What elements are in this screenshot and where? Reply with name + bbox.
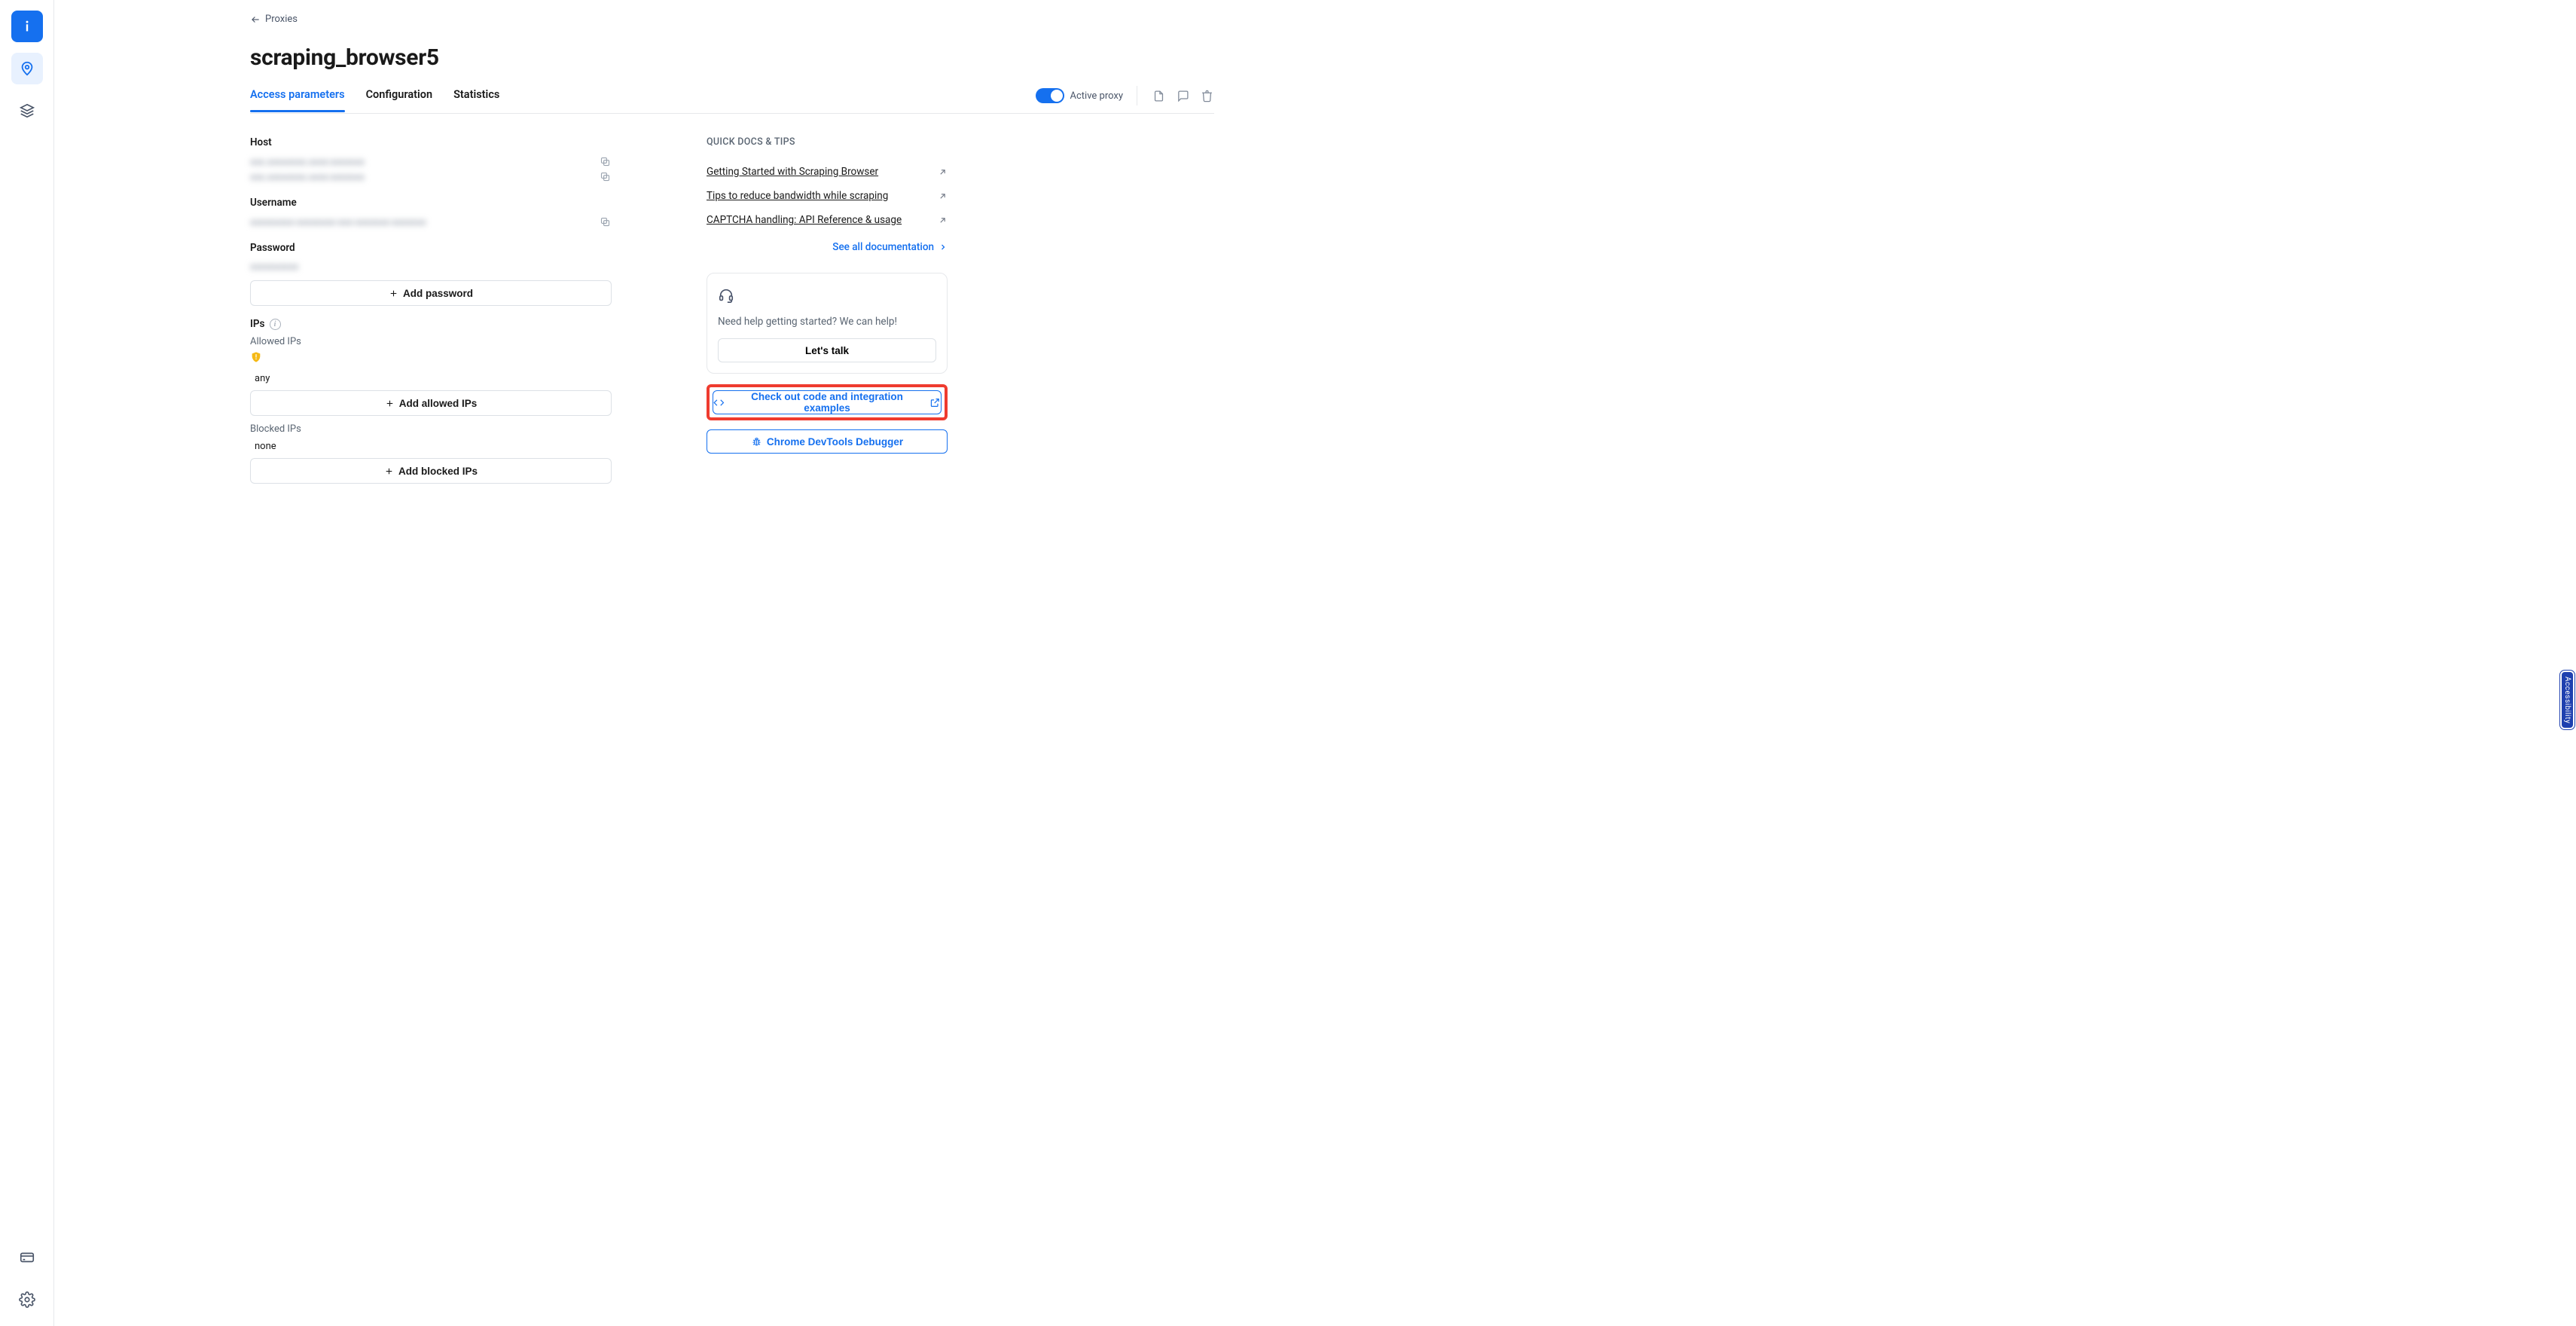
ips-info-icon[interactable]: i <box>270 319 281 330</box>
doc-link-label: Getting Started with Scraping Browser <box>707 166 878 178</box>
external-link-icon <box>938 215 948 225</box>
ips-label: IPs <box>250 318 265 330</box>
code-icon <box>713 397 725 408</box>
devtools-debugger-button[interactable]: Chrome DevTools Debugger <box>707 429 948 454</box>
tab-statistics[interactable]: Statistics <box>453 88 499 112</box>
copy-username[interactable] <box>600 216 612 228</box>
trash-icon <box>1201 90 1213 102</box>
active-proxy-label: Active proxy <box>1070 90 1124 102</box>
devtools-label: Chrome DevTools Debugger <box>767 436 903 448</box>
help-card: Need help getting started? We can help! … <box>707 273 948 374</box>
sidebar-item-layers[interactable] <box>11 95 43 127</box>
external-link-icon <box>929 397 941 408</box>
info-icon <box>19 18 35 35</box>
plus-icon <box>384 466 394 476</box>
tab-access-parameters[interactable]: Access parameters <box>250 88 345 112</box>
access-parameters-panel: Host xxx.xxxxxxxx.xxxx:xxxxxxx xxx.xxxxx… <box>250 136 612 496</box>
see-all-documentation[interactable]: See all documentation <box>707 241 948 253</box>
host-value-2: xxx.xxxxxxxx.xxxx:xxxxxxx <box>250 172 365 183</box>
add-blocked-ips-label: Add blocked IPs <box>398 466 478 477</box>
plus-icon <box>389 289 398 298</box>
add-blocked-ips-button[interactable]: Add blocked IPs <box>250 458 612 484</box>
add-allowed-ips-label: Add allowed IPs <box>399 398 478 409</box>
code-examples-highlight: Check out code and integration examples <box>707 384 948 420</box>
main: Proxies scraping_browser5 Access paramet… <box>54 0 2576 1326</box>
external-link-icon <box>938 191 948 201</box>
location-pin-icon <box>19 60 35 77</box>
help-text: Need help getting started? We can help! <box>718 316 936 328</box>
allowed-ips-value: any <box>250 367 612 390</box>
doc-link-label: CAPTCHA handling: API Reference & usage <box>707 214 902 226</box>
page-title: scraping_browser5 <box>250 44 1214 71</box>
plus-icon <box>385 399 395 408</box>
add-password-button[interactable]: Add password <box>250 280 612 306</box>
delete-action[interactable] <box>1199 88 1214 103</box>
doc-link-getting-started[interactable]: Getting Started with Scraping Browser <box>707 160 948 184</box>
comment-icon <box>1177 90 1189 102</box>
breadcrumb-label: Proxies <box>265 14 298 25</box>
doc-link-bandwidth[interactable]: Tips to reduce bandwidth while scraping <box>707 184 948 208</box>
code-examples-label: Check out code and integration examples <box>729 391 926 414</box>
layers-icon <box>19 102 35 119</box>
accessibility-widget[interactable]: Accessibility <box>2560 671 2574 729</box>
code-examples-button[interactable]: Check out code and integration examples <box>713 390 942 414</box>
blocked-ips-value: none <box>250 435 612 458</box>
sidebar-item-info[interactable] <box>11 11 43 42</box>
arrow-left-icon <box>250 14 261 25</box>
add-allowed-ips-button[interactable]: Add allowed IPs <box>250 390 612 416</box>
copy-host-2[interactable] <box>600 171 612 183</box>
document-action[interactable] <box>1151 88 1166 103</box>
host-label: Host <box>250 136 612 148</box>
allowed-ips-label: Allowed IPs <box>250 336 612 347</box>
copy-icon <box>600 171 611 182</box>
tab-configuration[interactable]: Configuration <box>366 88 433 112</box>
gear-icon <box>19 1291 35 1308</box>
see-all-label: See all documentation <box>832 241 934 253</box>
doc-link-captcha[interactable]: CAPTCHA handling: API Reference & usage <box>707 208 948 232</box>
bug-icon <box>751 436 762 448</box>
external-link-icon <box>938 167 948 177</box>
sidebar-item-settings[interactable] <box>11 1284 43 1315</box>
host-value-1: xxx.xxxxxxxx.xxxx:xxxxxxx <box>250 157 365 168</box>
copy-host-1[interactable] <box>600 156 612 168</box>
sidebar <box>0 0 54 1326</box>
file-icon <box>1152 90 1165 102</box>
headset-icon <box>718 287 734 304</box>
credit-card-icon <box>19 1249 35 1266</box>
chevron-right-icon <box>939 243 948 252</box>
doc-link-label: Tips to reduce bandwidth while scraping <box>707 190 888 202</box>
active-proxy-toggle[interactable] <box>1036 88 1064 103</box>
password-value: xxxxxxxxxx <box>250 261 299 273</box>
comment-action[interactable] <box>1175 88 1190 103</box>
right-panel: QUICK DOCS & TIPS Getting Started with S… <box>707 136 948 496</box>
breadcrumb-back[interactable]: Proxies <box>250 14 1214 25</box>
blocked-ips-label: Blocked IPs <box>250 423 612 435</box>
sidebar-item-location[interactable] <box>11 53 43 84</box>
tabs: Access parameters Configuration Statisti… <box>250 86 1214 114</box>
lets-talk-button[interactable]: Let's talk <box>718 338 936 362</box>
add-password-label: Add password <box>403 288 473 299</box>
copy-icon <box>600 216 611 228</box>
password-label: Password <box>250 242 612 254</box>
quick-docs-heading: QUICK DOCS & TIPS <box>707 136 948 148</box>
copy-icon <box>600 156 611 167</box>
shield-warning-icon <box>250 350 262 364</box>
username-label: Username <box>250 197 612 209</box>
username-value: xxxxxxxxx-xxxxxxxx-xxx-xxxxxxx-xxxxxxx <box>250 217 426 228</box>
sidebar-item-billing[interactable] <box>11 1242 43 1273</box>
